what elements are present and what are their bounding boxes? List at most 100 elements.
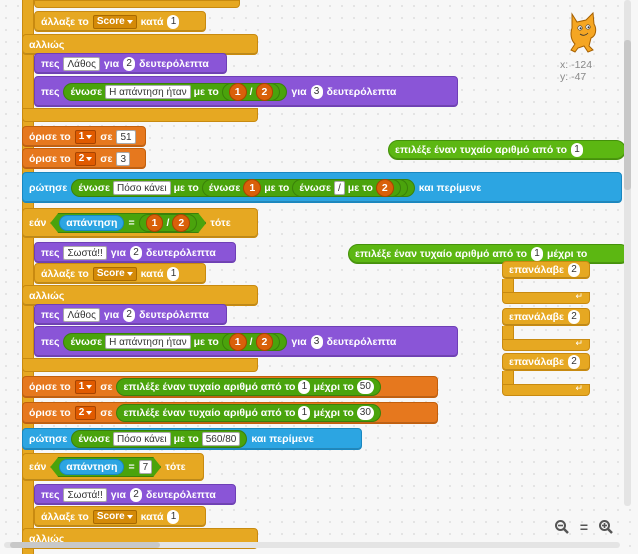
number-input[interactable]: 3 [310, 334, 323, 349]
number-input[interactable]: 1 [167, 14, 180, 29]
answer-reporter[interactable]: απάντηση [59, 215, 124, 231]
ask-and-wait-block-2[interactable]: ρώτησε ένωσε Πόσο κάνει με το 560/80 και… [22, 428, 362, 450]
text-input[interactable]: 7 [139, 460, 153, 474]
text-input[interactable]: Λάθος [63, 56, 100, 71]
label: ένωσε [78, 433, 110, 445]
set-var2-random-block[interactable]: όρισε το 2 σε επιλέξε έναν τυχαίο αριθμό… [22, 402, 438, 424]
zoom-in-button[interactable] [597, 518, 615, 536]
label: ένωσε [208, 181, 241, 194]
text-input[interactable]: Η απάντηση ήταν [105, 84, 191, 99]
answer-reporter[interactable]: απάντηση [59, 459, 124, 475]
divide-reporter[interactable]: 1 / 2 [221, 82, 281, 101]
join-reporter[interactable]: ένωσε Η απάντηση ήταν με το 1 / 2 [63, 332, 288, 351]
variable-2-reporter[interactable]: 2 [172, 214, 190, 232]
label: / [249, 335, 253, 348]
repeat-block-1[interactable]: επανάλαβε 2 [502, 261, 590, 279]
label: για [291, 85, 307, 98]
number-input[interactable]: 30 [356, 406, 374, 420]
set-var2-block[interactable]: όρισε το 2 σε 3 [22, 148, 146, 169]
score-dropdown[interactable]: Score [92, 266, 137, 281]
equals-condition[interactable]: απάντηση = 7 [50, 457, 161, 477]
text-input[interactable]: 3 [116, 151, 131, 166]
dropdown-caret-icon [126, 514, 133, 519]
number-input[interactable]: 3 [310, 84, 323, 99]
say-answer-was-block[interactable]: πες ένωσε Η απάντηση ήταν με το 1 / 2 γι… [34, 76, 458, 107]
equals-condition[interactable]: απάντηση = 1 / 2 [50, 213, 206, 233]
pick-random-reporter[interactable]: επιλέξε έναν τυχαίο αριθμό από το 1 μέχρ… [116, 404, 381, 422]
number-input[interactable]: 50 [356, 380, 374, 394]
label: εάν [29, 217, 47, 229]
if-block-3[interactable]: εάν απάντηση = 7 τότε [22, 453, 204, 481]
say-answer-was-block[interactable]: πες ένωσε Η απάντηση ήταν με το 1 / 2 γι… [34, 326, 458, 357]
number-input[interactable]: 2 [123, 307, 136, 322]
change-score-block[interactable]: άλλαξε το Score κατά 1 [34, 11, 206, 32]
score-dropdown[interactable]: Score [92, 509, 137, 524]
text-input[interactable]: Η απάντηση ήταν [105, 334, 191, 349]
join-reporter[interactable]: ένωσε Πόσο κάνει με το ένωσε 1 με το ένω… [71, 178, 415, 197]
vertical-scrollbar[interactable] [624, 0, 631, 506]
pick-random-reporter[interactable]: επιλέξε έναν τυχαίο αριθμό από το 1 μέχρ… [116, 378, 381, 396]
number-input[interactable]: 1 [570, 143, 583, 157]
number-input[interactable]: 1 [167, 266, 180, 281]
horizontal-scrollbar[interactable] [4, 542, 620, 548]
variable-2-reporter[interactable]: 2 [255, 332, 274, 351]
number-input[interactable]: 2 [130, 487, 143, 502]
change-score-block[interactable]: άλλαξε το Score κατά 1 [34, 263, 206, 284]
join-reporter-inner[interactable]: ένωσε / με το 2 [292, 178, 401, 197]
repeat-spine [502, 371, 514, 385]
zoom-reset-button[interactable]: = [575, 518, 593, 536]
if-block[interactable]: εάν απάντηση = 1 / 2 τότε [22, 208, 258, 238]
set-var1-block[interactable]: όρισε το 1 σε 51 [22, 126, 146, 147]
text-input[interactable]: Σωστά!! [63, 487, 107, 502]
join-reporter[interactable]: ένωσε Η απάντηση ήταν με το 1 / 2 [63, 82, 288, 101]
change-score-block[interactable]: άλλαξε το Score κατά 1 [34, 506, 206, 527]
divide-reporter[interactable]: 1 / 2 [139, 214, 198, 232]
pick-random-reporter-floating[interactable]: επιλέξε έναν τυχαίο αριθμό από το 1 [388, 140, 626, 160]
variable-1-reporter[interactable]: 1 [146, 214, 164, 232]
var-dropdown[interactable]: 1 [74, 129, 97, 144]
number-input[interactable]: 2 [568, 310, 581, 324]
vertical-scroll-thumb[interactable] [624, 40, 631, 190]
var-dropdown[interactable]: 1 [74, 380, 97, 394]
text-input[interactable]: Σωστά!! [63, 245, 107, 260]
horizontal-scroll-thumb[interactable] [10, 542, 160, 548]
say-wrong-block[interactable]: πες Λάθος για 2 δευτερόλεπτα [34, 53, 227, 74]
set-var1-random-block[interactable]: όρισε το 1 σε επιλέξε έναν τυχαίο αριθμό… [22, 376, 438, 398]
divide-reporter[interactable]: 1 / 2 [221, 332, 281, 351]
number-input[interactable]: 2 [130, 245, 143, 260]
variable-1-reporter[interactable]: 1 [243, 178, 262, 197]
say-correct-block[interactable]: πες Σωστά!! για 2 δευτερόλεπτα [34, 484, 236, 505]
number-input[interactable]: 2 [123, 56, 136, 71]
else-label: αλλιώς [22, 34, 258, 55]
number-input[interactable]: 1 [298, 380, 311, 394]
number-input[interactable]: 1 [530, 247, 543, 261]
text-input[interactable]: 51 [116, 129, 136, 144]
text-input[interactable]: Πόσο κάνει [112, 180, 171, 195]
number-input[interactable]: 2 [568, 355, 581, 369]
say-correct-block[interactable]: πες Σωστά!! για 2 δευτερόλεπτα [34, 242, 236, 263]
variable-2-reporter[interactable]: 2 [255, 82, 274, 101]
variable-2-reporter[interactable]: 2 [375, 178, 394, 197]
text-input[interactable]: Πόσο κάνει [112, 432, 171, 446]
repeat-block-2[interactable]: επανάλαβε 2 [502, 308, 590, 326]
label: δευτερόλεπτα [146, 488, 216, 501]
ask-and-wait-block[interactable]: ρώτησε ένωσε Πόσο κάνει με το ένωσε 1 με… [22, 172, 622, 203]
score-dropdown[interactable]: Score [92, 14, 137, 29]
join-reporter-nested[interactable]: ένωσε 1 με το ένωσε / με το 2 [201, 178, 408, 197]
number-input[interactable]: 2 [568, 263, 581, 277]
variable-1-reporter[interactable]: 1 [228, 332, 247, 351]
repeat-block-3[interactable]: επανάλαβε 2 [502, 353, 590, 371]
variable-1-reporter[interactable]: 1 [228, 82, 247, 101]
repeat-end-2: ↵ [502, 338, 590, 351]
number-input[interactable]: 1 [298, 406, 311, 420]
var-dropdown[interactable]: 2 [74, 151, 97, 166]
number-input[interactable]: 1 [167, 509, 180, 524]
var-dropdown[interactable]: 2 [74, 406, 97, 420]
zoom-out-button[interactable] [553, 518, 571, 536]
scripts-area[interactable]: άλλαξε το Score κατά 1 αλλιώς πες Λάθος … [0, 0, 638, 554]
say-wrong-block[interactable]: πες Λάθος για 2 δευτερόλεπτα [34, 304, 227, 325]
text-input[interactable]: / [333, 180, 345, 195]
text-input[interactable]: 560/80 [201, 432, 241, 446]
join-reporter[interactable]: ένωσε Πόσο κάνει με το 560/80 [71, 430, 248, 448]
text-input[interactable]: Λάθος [63, 307, 100, 322]
